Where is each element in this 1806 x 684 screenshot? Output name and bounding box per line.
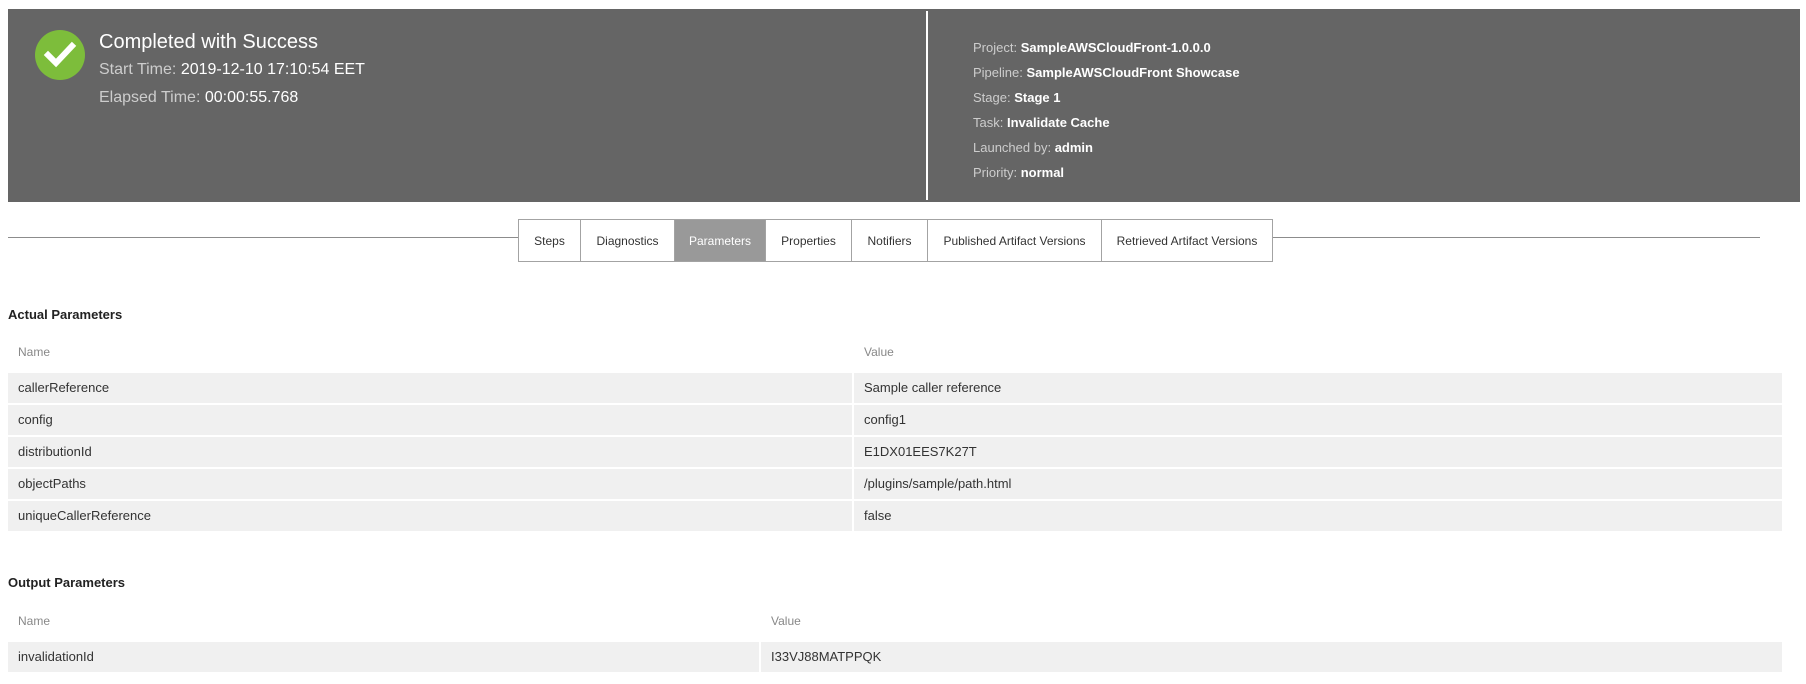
launched-by-label: Launched by: xyxy=(973,140,1052,155)
task-detail: Task: Invalidate Cache xyxy=(973,115,1110,130)
param-value: I33VJ88MATPPQK xyxy=(761,642,1782,672)
start-time: Start Time: 2019-12-10 17:10:54 EET xyxy=(99,61,365,79)
param-name: callerReference xyxy=(8,373,852,403)
pipeline-detail: Pipeline: SampleAWSCloudFront Showcase xyxy=(973,65,1240,80)
param-value: false xyxy=(854,501,1782,531)
tab-steps[interactable]: Steps xyxy=(519,220,581,261)
param-value: /plugins/sample/path.html xyxy=(854,469,1782,499)
check-circle-icon xyxy=(35,30,85,80)
table-row: uniqueCallerReference false xyxy=(8,501,1782,531)
job-summary-header: Completed with Success Start Time: 2019-… xyxy=(8,9,1800,202)
pipeline-label: Pipeline: xyxy=(973,65,1023,80)
actual-parameters-title: Actual Parameters xyxy=(8,307,123,322)
tab-notifiers[interactable]: Notifiers xyxy=(852,220,928,261)
stage-label: Stage: xyxy=(973,90,1011,105)
table-row: callerReference Sample caller reference xyxy=(8,373,1782,403)
param-name: uniqueCallerReference xyxy=(8,501,852,531)
table-header: Name Value xyxy=(8,606,1782,636)
header-divider xyxy=(926,11,928,200)
start-time-value: 2019-12-10 17:10:54 EET xyxy=(180,61,365,78)
stage-detail: Stage: Stage 1 xyxy=(973,90,1060,105)
actual-parameters-table: Name Value callerReference Sample caller… xyxy=(8,337,1782,533)
elapsed-time: Elapsed Time: 00:00:55.768 xyxy=(99,89,298,107)
param-value: config1 xyxy=(854,405,1782,435)
status-title: Completed with Success xyxy=(99,31,318,53)
table-row: invalidationId I33VJ88MATPPQK xyxy=(8,642,1782,672)
output-parameters-title: Output Parameters xyxy=(8,575,126,590)
tab-bar: Steps Diagnostics Parameters Properties … xyxy=(518,219,1273,262)
column-header-value: Value xyxy=(771,614,801,628)
launched-by-value: admin xyxy=(1054,140,1093,155)
project-value: SampleAWSCloudFront-1.0.0.0 xyxy=(1020,40,1211,55)
tab-diagnostics[interactable]: Diagnostics xyxy=(581,220,675,261)
table-row: objectPaths /plugins/sample/path.html xyxy=(8,469,1782,499)
table-row: config config1 xyxy=(8,405,1782,435)
priority-value: normal xyxy=(1020,165,1065,180)
column-header-name: Name xyxy=(18,614,51,628)
pipeline-value: SampleAWSCloudFront Showcase xyxy=(1026,65,1240,80)
project-label: Project: xyxy=(973,40,1018,55)
param-name: invalidationId xyxy=(8,642,759,672)
table-header: Name Value xyxy=(8,337,1782,367)
launched-by-detail: Launched by: admin xyxy=(973,140,1093,155)
tab-retrieved-artifact-versions[interactable]: Retrieved Artifact Versions xyxy=(1102,220,1272,261)
param-name: objectPaths xyxy=(8,469,852,499)
column-header-value: Value xyxy=(864,345,894,359)
param-name: config xyxy=(8,405,852,435)
tab-properties[interactable]: Properties xyxy=(766,220,852,261)
task-label: Task: xyxy=(973,115,1004,130)
param-value: E1DX01EES7K27T xyxy=(854,437,1782,467)
output-parameters-table: Name Value invalidationId I33VJ88MATPPQK xyxy=(8,606,1782,674)
task-value: Invalidate Cache xyxy=(1006,115,1110,130)
elapsed-time-value: 00:00:55.768 xyxy=(204,89,299,106)
table-row: distributionId E1DX01EES7K27T xyxy=(8,437,1782,467)
tab-parameters[interactable]: Parameters xyxy=(675,220,766,261)
priority-detail: Priority: normal xyxy=(973,165,1064,180)
elapsed-time-label: Elapsed Time: xyxy=(99,89,201,106)
tab-published-artifact-versions[interactable]: Published Artifact Versions xyxy=(928,220,1102,261)
priority-label: Priority: xyxy=(973,165,1018,180)
param-value: Sample caller reference xyxy=(854,373,1782,403)
project-detail: Project: SampleAWSCloudFront-1.0.0.0 xyxy=(973,40,1211,55)
param-name: distributionId xyxy=(8,437,852,467)
start-time-label: Start Time: xyxy=(99,61,177,78)
column-header-name: Name xyxy=(18,345,51,359)
stage-value: Stage 1 xyxy=(1014,90,1061,105)
